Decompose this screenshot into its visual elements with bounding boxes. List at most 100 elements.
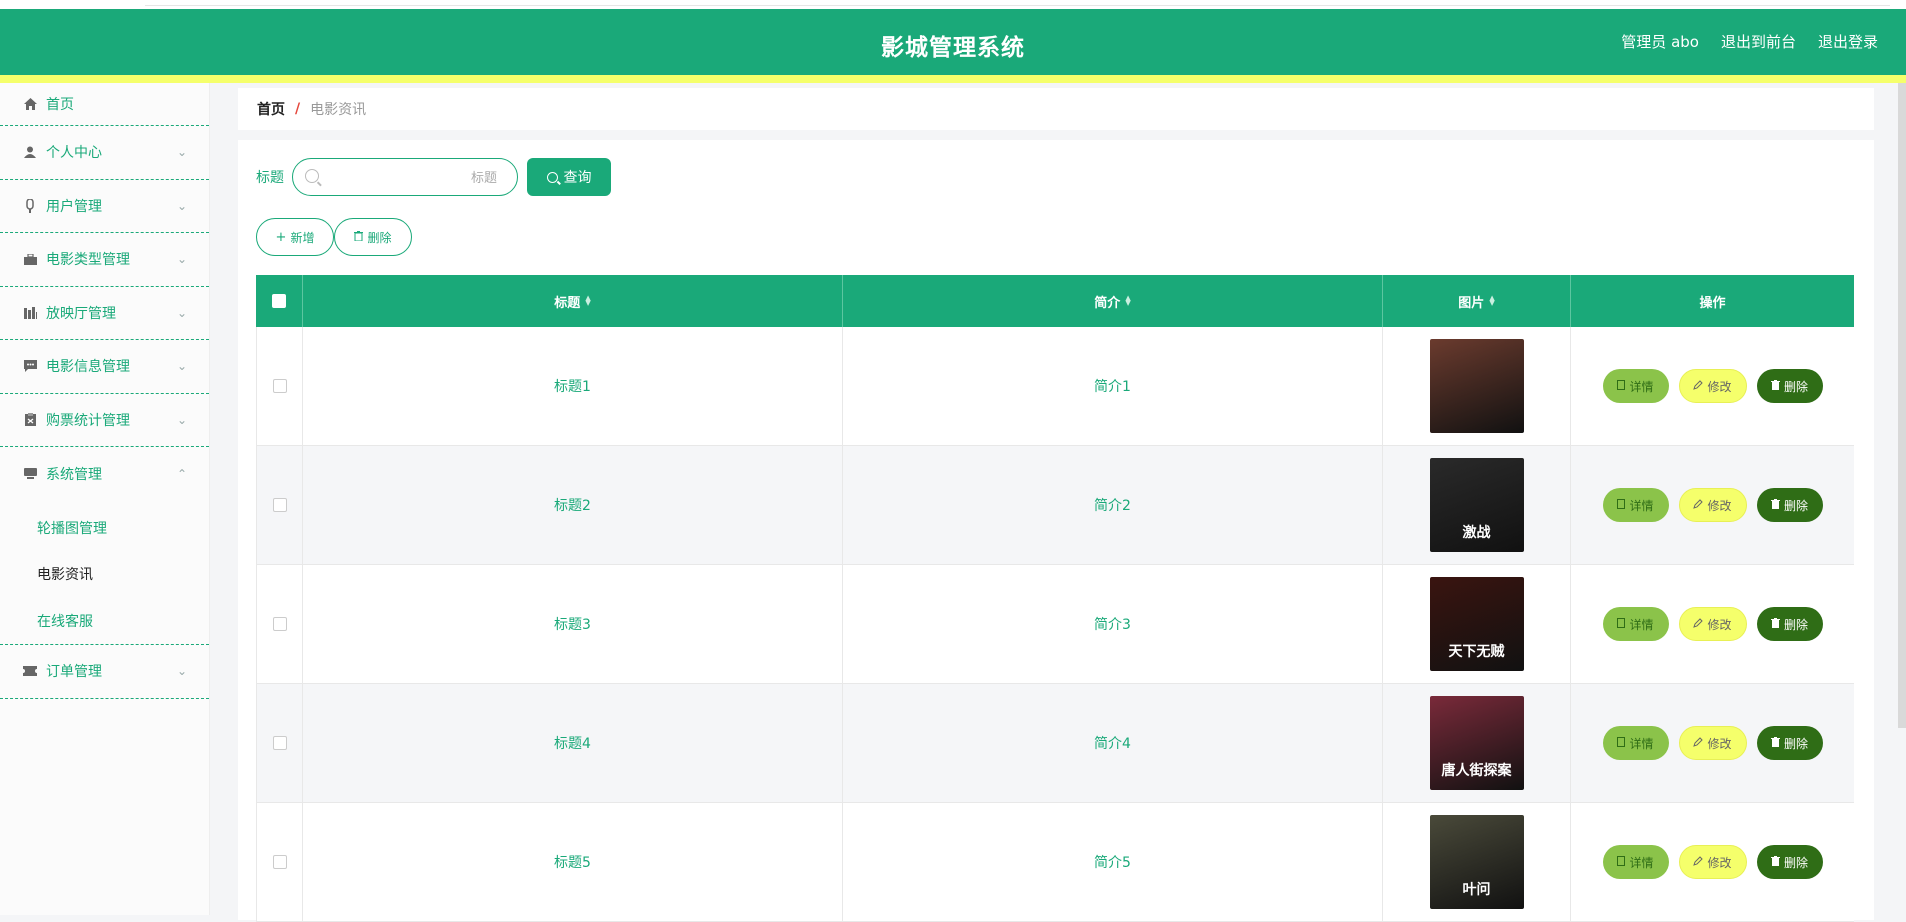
sidebar-item-label: 电影类型管理 [46,252,130,269]
edit-button-label: 修改 [1707,498,1732,513]
sidebar-item-home[interactable]: 首页 [0,83,209,126]
chevron-down-icon: ⌄ [176,252,187,267]
header-intro-label: 简介 [1094,295,1121,311]
sidebar-item-ticket-stats[interactable]: 购票统计管理 ⌄ [0,394,209,447]
detail-button[interactable]: 详情 [1602,488,1669,522]
edit-button-label: 修改 [1707,736,1732,751]
select-all-checkbox[interactable] [272,294,286,308]
pencil-icon [1693,736,1704,750]
app-title: 影城管理系统 [881,35,1025,61]
table-row: 标题2 简介2 激战 详情 修改 删除 [256,446,1854,565]
edit-button[interactable]: 修改 [1678,488,1747,522]
detail-button-label: 详情 [1629,736,1654,751]
content-panel: 标题 查询 + 新增 删除 [238,140,1874,922]
detail-button[interactable]: 详情 [1602,726,1669,760]
sidebar-item-orders[interactable]: 订单管理 ⌄ [0,645,209,699]
delete-button[interactable]: 删除 [1756,726,1823,760]
movie-poster-image[interactable]: 唐人街探案 [1429,696,1524,790]
page-scrollbar[interactable] [1898,83,1906,728]
chat-icon [22,358,38,374]
sidebar-item-label: 电影信息管理 [46,359,130,376]
document-icon [1617,617,1626,631]
logout-link[interactable]: 退出登录 [1818,31,1878,52]
header-intro[interactable]: 简介 ▲ ▼ [843,275,1383,327]
row-actions: 详情 修改 删除 [1602,369,1823,403]
delete-button-label: 删除 [1783,617,1808,632]
sidebar-item-users[interactable]: 用户管理 ⌄ [0,180,209,233]
cell-title: 标题2 [303,446,843,564]
cell-image: 叶问 [1383,803,1571,921]
cell-intro: 简介4 [843,684,1383,802]
cell-image: 天下无贼 [1383,565,1571,683]
row-checkbox-cell [256,684,303,802]
row-checkbox[interactable] [272,855,287,869]
building-icon [22,305,38,321]
table-row: 标题3 简介3 天下无贼 详情 修改 删除 [256,565,1854,684]
query-button[interactable]: 查询 [527,158,611,196]
delete-button-label: 删除 [1783,736,1808,751]
cell-ops: 详情 修改 删除 [1571,803,1854,921]
news-table: 标题 ▲ ▼ 简介 ▲ ▼ 图片 ▲ ▼ 操作 标题1 简介1 详情 修改 删除… [256,275,1854,922]
admin-label[interactable]: 管理员 abo [1621,31,1699,52]
breadcrumb-home[interactable]: 首页 [257,99,285,119]
chevron-down-icon: ⌄ [176,412,187,427]
add-button-label: 新增 [290,230,315,245]
row-checkbox-cell [256,327,303,445]
delete-button[interactable]: 删除 [1756,488,1823,522]
briefcase-icon [22,251,38,267]
search-input[interactable] [327,159,507,195]
row-checkbox[interactable] [272,379,287,393]
sidebar-item-label: 首页 [46,97,74,113]
row-actions: 详情 修改 删除 [1602,488,1823,522]
movie-poster-image[interactable]: 叶问 [1429,815,1524,909]
sidebar-item-label: 放映厅管理 [46,305,116,322]
cell-ops: 详情 修改 删除 [1571,327,1854,445]
header-title[interactable]: 标题 ▲ ▼ [303,275,843,327]
delete-button[interactable]: 删除 [1756,845,1823,879]
row-checkbox[interactable] [272,736,287,750]
sidebar-item-label: 系统管理 [46,466,102,483]
cell-intro: 简介1 [843,327,1383,445]
batch-delete-button[interactable]: 删除 [334,218,412,256]
delete-button[interactable]: 删除 [1756,369,1823,403]
sort-icon: ▲ ▼ [1125,294,1131,307]
pencil-icon [1693,379,1704,393]
delete-button[interactable]: 删除 [1756,607,1823,641]
add-button[interactable]: + 新增 [256,218,334,256]
user-manage-icon [22,198,38,214]
header-image[interactable]: 图片 ▲ ▼ [1383,275,1571,327]
home-icon [22,96,38,112]
movie-poster-image[interactable] [1429,339,1524,433]
sidebar-subitem-movie-news[interactable]: 电影资讯 [0,551,209,598]
sidebar-item-halls[interactable]: 放映厅管理 ⌄ [0,287,209,340]
sidebar-subitem-carousel[interactable]: 轮播图管理 [0,505,209,552]
edit-button[interactable]: 修改 [1678,726,1747,760]
edit-button[interactable]: 修改 [1678,369,1747,403]
movie-poster-image[interactable]: 天下无贼 [1429,577,1524,671]
detail-button[interactable]: 详情 [1602,607,1669,641]
movie-poster-image[interactable]: 激战 [1429,458,1524,552]
breadcrumb: 首页 / 电影资讯 [238,88,1874,130]
detail-button[interactable]: 详情 [1602,845,1669,879]
row-actions: 详情 修改 删除 [1602,845,1823,879]
sidebar-item-movie-types[interactable]: 电影类型管理 ⌄ [0,233,209,287]
search-input-wrapper [292,158,518,196]
edit-button[interactable]: 修改 [1678,607,1747,641]
exit-to-front-link[interactable]: 退出到前台 [1721,31,1796,52]
header-image-label: 图片 [1458,295,1485,311]
sidebar-item-system[interactable]: 系统管理 ⌃ [0,447,209,501]
sidebar-subitem-online-service[interactable]: 在线客服 [0,598,209,645]
row-checkbox[interactable] [272,617,287,631]
row-checkbox[interactable] [272,498,287,512]
detail-button[interactable]: 详情 [1602,369,1669,403]
edit-button[interactable]: 修改 [1678,845,1747,879]
cell-title: 标题3 [303,565,843,683]
sidebar-item-movie-info[interactable]: 电影信息管理 ⌄ [0,340,209,394]
trash-icon [1770,498,1780,512]
sidebar-item-personal[interactable]: 个人中心 ⌄ [0,126,209,180]
pencil-icon [1693,498,1704,512]
document-icon [1617,736,1626,750]
document-icon [1617,855,1626,869]
breadcrumb-separator: / [295,101,301,117]
clipboard-icon [22,412,38,428]
